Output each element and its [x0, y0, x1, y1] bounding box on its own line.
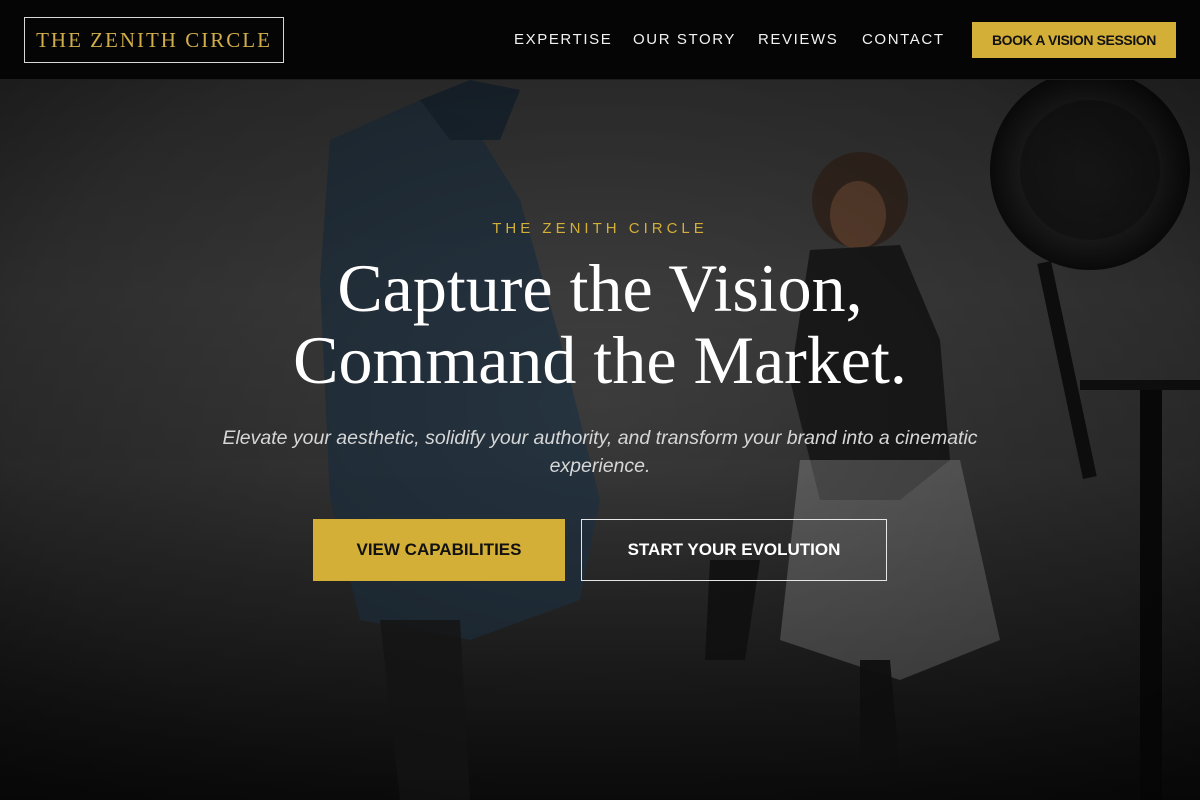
hero-eyebrow: THE ZENITH CIRCLE	[492, 220, 708, 237]
hero-headline-line-1: Capture the Vision,	[337, 250, 863, 326]
site-header: THE ZENITH CIRCLE EXPERTISE OUR STORY RE…	[0, 0, 1200, 80]
view-capabilities-button[interactable]: VIEW CAPABILITIES	[313, 519, 565, 581]
nav-link-our-story[interactable]: OUR STORY	[633, 31, 736, 48]
start-your-evolution-button[interactable]: START YOUR EVOLUTION	[581, 519, 887, 581]
book-vision-session-button[interactable]: BOOK A VISION SESSION	[972, 22, 1176, 58]
nav-link-reviews[interactable]: REVIEWS	[758, 31, 838, 48]
nav-link-expertise[interactable]: EXPERTISE	[514, 31, 612, 48]
nav-link-contact[interactable]: CONTACT	[862, 31, 945, 48]
hero-subtitle: Elevate your aesthetic, solidify your au…	[222, 427, 978, 477]
hero-headline-line-2: Command the Market.	[293, 322, 907, 398]
hero-headline: Capture the Vision, Command the Market.	[0, 252, 1200, 396]
